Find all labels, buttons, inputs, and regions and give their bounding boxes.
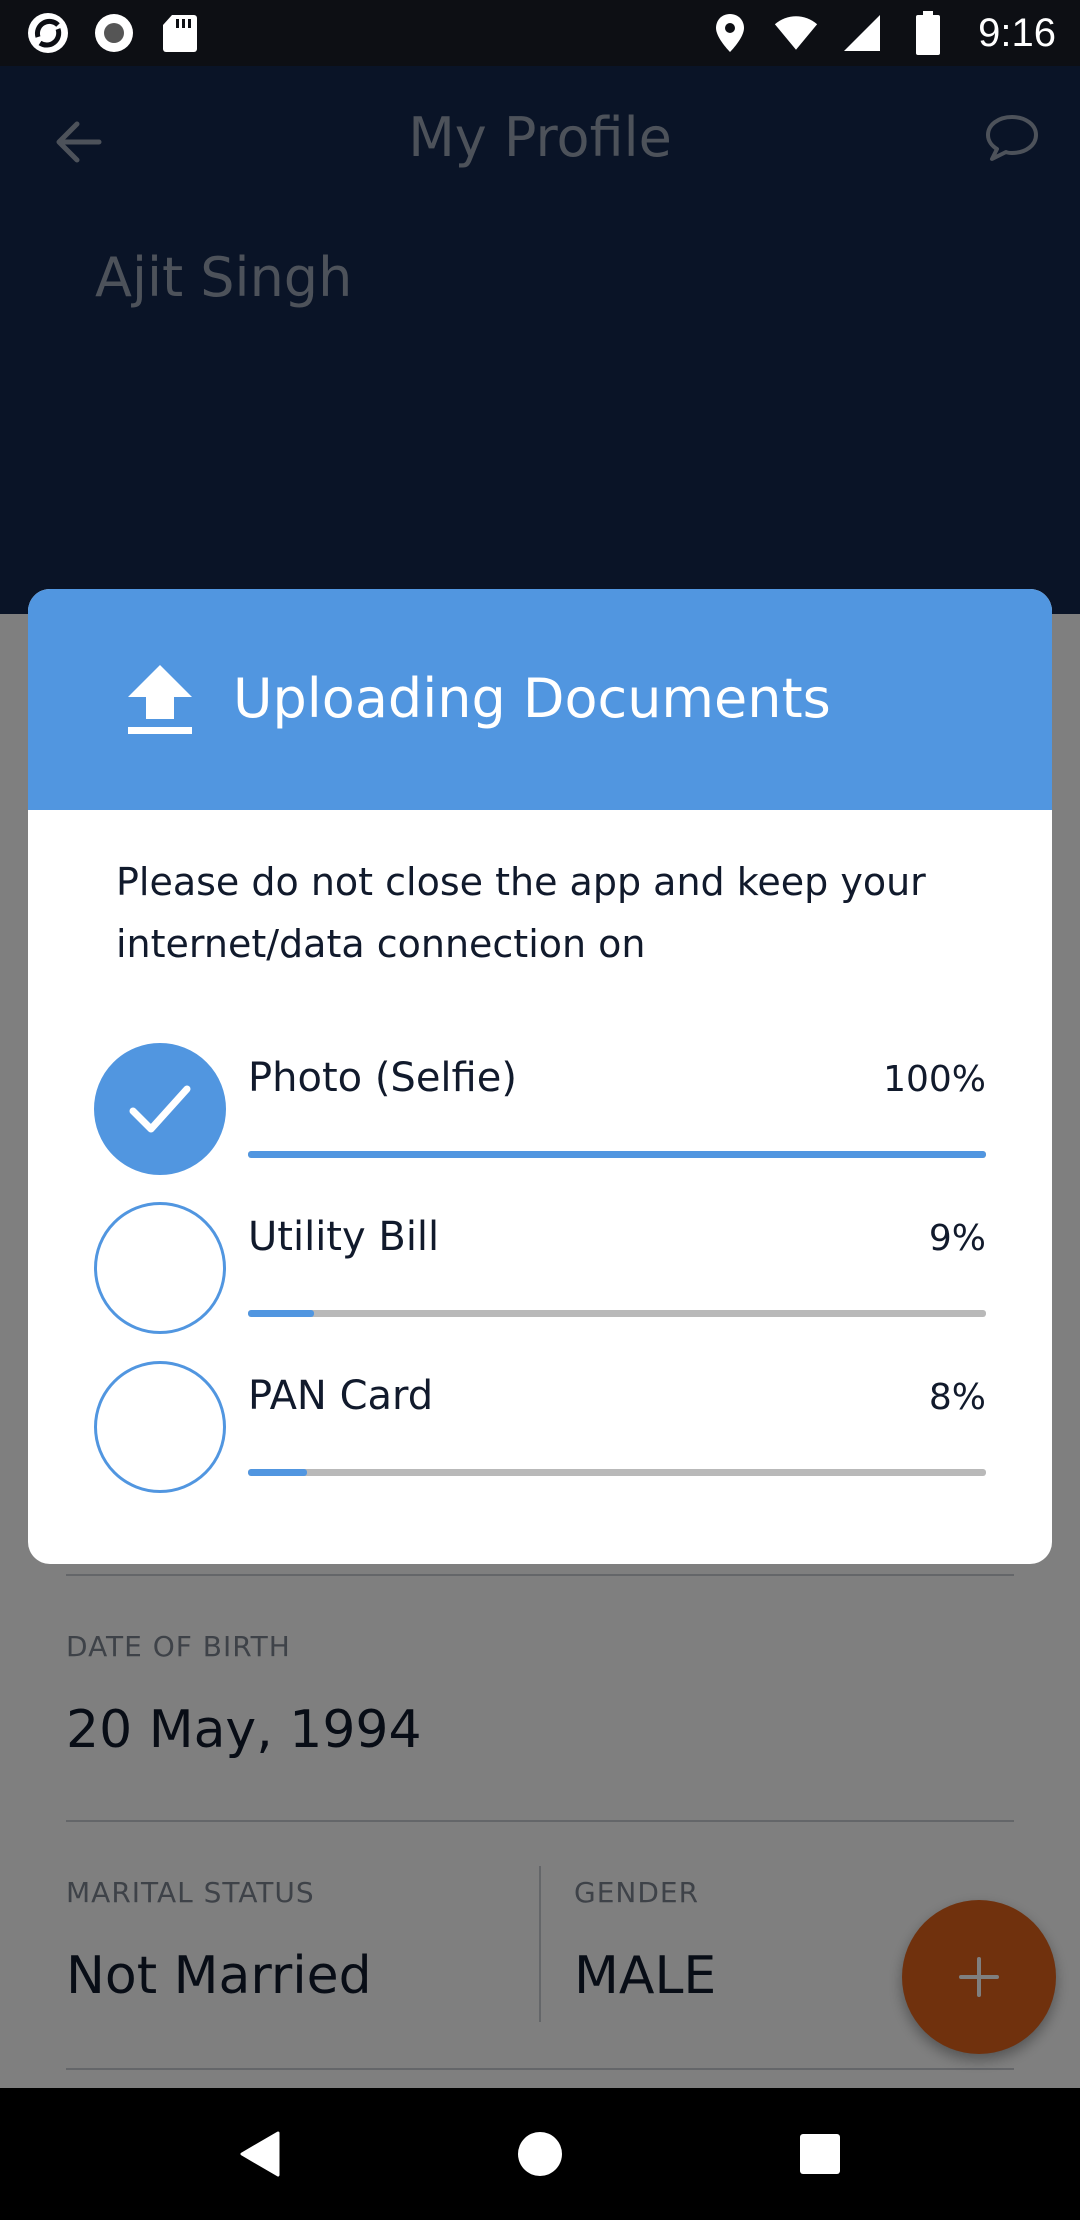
status-bar-right: 9:16 [708, 11, 1056, 56]
wifi-icon [774, 11, 818, 55]
document-progress-track [248, 1310, 986, 1317]
nav-back-icon [240, 2131, 280, 2177]
dialog-header: Uploading Documents [28, 589, 1052, 810]
nav-home-icon [518, 2132, 562, 2176]
dialog-message: Please do not close the app and keep you… [116, 860, 926, 966]
signal-icon [840, 11, 884, 55]
upload-dialog: Uploading Documents Please do not close … [28, 589, 1052, 1564]
nav-back-button[interactable] [215, 2109, 305, 2199]
document-progress-fill [248, 1310, 315, 1317]
nav-recents-icon [800, 2134, 840, 2174]
document-name: Photo (Selfie) [248, 1055, 517, 1101]
document-status-circle [94, 1361, 226, 1493]
status-bar-left [26, 11, 202, 55]
screen: 9:16 My Profile Ajit Singh DATE OF BIRTH… [0, 0, 1080, 2220]
status-time: 9:16 [978, 10, 1056, 55]
document-percent: 9% [928, 1218, 986, 1259]
dialog-title: Uploading Documents [233, 667, 831, 730]
record-icon [92, 11, 136, 55]
document-status-circle [94, 1202, 226, 1334]
document-row-utility-bill: Utility Bill 9% [28, 1202, 1052, 1342]
document-progress-track [248, 1151, 986, 1158]
sd-card-icon [158, 11, 202, 55]
checkmark-icon [129, 1085, 191, 1133]
upload-icon [128, 665, 192, 734]
document-row-photo: Photo (Selfie) 100% [28, 1043, 1052, 1183]
document-percent: 8% [928, 1377, 986, 1418]
battery-icon [906, 11, 950, 55]
nav-recents-button[interactable] [775, 2109, 865, 2199]
document-progress-fill [248, 1469, 308, 1476]
document-name: PAN Card [248, 1373, 434, 1419]
nav-home-button[interactable] [495, 2109, 585, 2199]
status-bar: 9:16 [0, 0, 1080, 66]
app-notification-icon [26, 11, 70, 55]
document-name: Utility Bill [248, 1214, 440, 1260]
location-icon [708, 11, 752, 55]
document-progress-fill [248, 1151, 986, 1158]
system-nav-bar [0, 2088, 1080, 2220]
document-percent: 100% [883, 1059, 986, 1100]
document-progress-track [248, 1469, 986, 1476]
document-status-check [94, 1043, 226, 1175]
document-row-pan-card: PAN Card 8% [28, 1361, 1052, 1501]
